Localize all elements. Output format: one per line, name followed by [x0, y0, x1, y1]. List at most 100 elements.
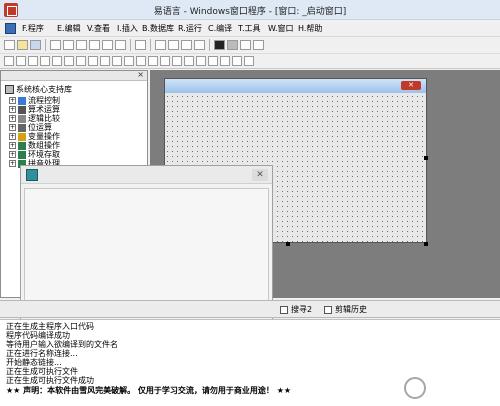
align-icon[interactable] — [124, 56, 134, 66]
close-icon[interactable]: ✕ — [401, 81, 421, 90]
menu-insert[interactable]: I.插入 — [117, 23, 138, 34]
copy-icon[interactable] — [63, 40, 74, 50]
layout-icon[interactable] — [168, 40, 179, 50]
layout-icon[interactable] — [194, 40, 205, 50]
cut-icon[interactable] — [50, 40, 61, 50]
output-line: 正在生成主程序入口代码 — [6, 322, 94, 331]
align-icon[interactable] — [16, 56, 26, 66]
tab-label: 剪辑历史 — [335, 305, 367, 314]
close-icon[interactable]: × — [137, 70, 144, 79]
undo-icon[interactable] — [89, 40, 100, 50]
align-icon[interactable] — [160, 56, 170, 66]
tab-search2[interactable]: 搜寻2 — [280, 304, 312, 316]
window-title: 易语言 - Windows窗口程序 - [窗口: _启动窗口] — [153, 7, 347, 17]
tree-item[interactable]: + 变量操作 — [9, 132, 60, 141]
menu-run[interactable]: R.运行 — [178, 23, 202, 34]
menu-edit[interactable]: E.编辑 — [57, 23, 81, 34]
menu-compile[interactable]: C.编译 — [208, 23, 232, 34]
tree-item-label: 算术运算 — [28, 105, 60, 114]
stop-icon[interactable] — [227, 40, 238, 50]
tree-item[interactable]: + 环境存取 — [9, 150, 60, 159]
expand-icon[interactable]: + — [9, 160, 16, 167]
close-icon[interactable]: ✕ — [252, 169, 268, 181]
new-icon[interactable] — [4, 40, 15, 50]
env-icon — [18, 150, 26, 159]
floating-panel-title: ✕ — [21, 166, 272, 184]
align-icon[interactable] — [148, 56, 158, 66]
align-icon[interactable] — [220, 56, 230, 66]
expand-icon[interactable]: + — [9, 151, 16, 158]
menu-help[interactable]: H.帮助 — [298, 23, 322, 34]
menu-database[interactable]: B.数据库 — [142, 23, 174, 34]
variable-icon — [18, 132, 26, 141]
layout-icon[interactable] — [181, 40, 192, 50]
align-icon[interactable] — [100, 56, 110, 66]
tab-clip-history[interactable]: 剪辑历史 — [324, 304, 367, 316]
clipboard-icon — [324, 306, 332, 314]
tab-bar: 搜寻2 剪辑历史 — [0, 300, 500, 318]
search-icon — [280, 306, 288, 314]
align-icon[interactable] — [208, 56, 218, 66]
tree-item[interactable]: + 数组操作 — [9, 141, 60, 150]
floating-panel: ✕ — [20, 165, 273, 320]
expand-icon[interactable]: + — [9, 106, 16, 113]
step-icon[interactable] — [253, 40, 264, 50]
tree-item[interactable]: + 位运算 — [9, 123, 52, 132]
resize-handle[interactable] — [424, 156, 428, 160]
layout-icon[interactable] — [155, 40, 166, 50]
output-notice: ★★ 声明：本软件由雪风完美破解。 仅用于学习交流，请勿用于商业用途！ ★★ — [6, 386, 292, 395]
toolbar-separator — [150, 39, 151, 51]
form-title-bar: ✕ — [165, 79, 426, 93]
library-icon — [5, 85, 14, 94]
tree-root[interactable]: 系统核心支持库 — [5, 84, 72, 95]
tree-item-label: 逻辑比较 — [28, 114, 60, 123]
array-icon — [18, 141, 26, 150]
panel-icon — [26, 169, 38, 181]
toolbar-separator — [130, 39, 131, 51]
menu-view[interactable]: V.查看 — [87, 23, 110, 34]
save-icon[interactable] — [30, 40, 41, 50]
menu-window[interactable]: W.窗口 — [268, 23, 294, 34]
menu-app-icon[interactable] — [5, 23, 16, 34]
menu-program[interactable]: F.程序 — [22, 23, 44, 34]
align-icon[interactable] — [232, 56, 242, 66]
expand-icon[interactable]: + — [9, 115, 16, 122]
align-icon[interactable] — [184, 56, 194, 66]
menu-bar: F.程序 E.编辑 V.查看 I.插入 B.数据库 R.运行 C.编译 T.工具… — [0, 20, 500, 37]
paste-icon[interactable] — [76, 40, 87, 50]
math-icon — [18, 105, 26, 114]
expand-icon[interactable]: + — [9, 124, 16, 131]
resize-handle[interactable] — [424, 242, 428, 246]
redo-icon[interactable] — [102, 40, 113, 50]
align-icon[interactable] — [40, 56, 50, 66]
tree-item[interactable]: + 流程控制 — [9, 96, 60, 105]
align-icon[interactable] — [112, 56, 122, 66]
delete-icon[interactable] — [115, 40, 126, 50]
align-icon[interactable] — [88, 56, 98, 66]
align-icon[interactable] — [64, 56, 74, 66]
align-icon[interactable] — [196, 56, 206, 66]
align-icon[interactable] — [76, 56, 86, 66]
step-icon[interactable] — [240, 40, 251, 50]
align-icon[interactable] — [4, 56, 14, 66]
expand-icon[interactable]: + — [9, 142, 16, 149]
run-icon[interactable] — [214, 40, 225, 50]
align-icon[interactable] — [28, 56, 38, 66]
expand-icon[interactable]: + — [9, 97, 16, 104]
panel-header: × — [1, 70, 147, 81]
open-icon[interactable] — [17, 40, 28, 50]
resize-handle[interactable] — [286, 242, 290, 246]
watermark-logo — [404, 376, 496, 402]
tree-item[interactable]: + 逻辑比较 — [9, 114, 60, 123]
bit-icon — [18, 123, 26, 132]
align-icon[interactable] — [52, 56, 62, 66]
expand-icon[interactable]: + — [9, 133, 16, 140]
align-icon[interactable] — [136, 56, 146, 66]
tree-item[interactable]: + 算术运算 — [9, 105, 60, 114]
align-icon[interactable] — [172, 56, 182, 66]
menu-tools[interactable]: T.工具 — [238, 23, 260, 34]
toolbar-separator — [209, 39, 210, 51]
align-icon[interactable] — [244, 56, 254, 66]
find-icon[interactable] — [135, 40, 146, 50]
tree-root-label: 系统核心支持库 — [16, 85, 72, 94]
